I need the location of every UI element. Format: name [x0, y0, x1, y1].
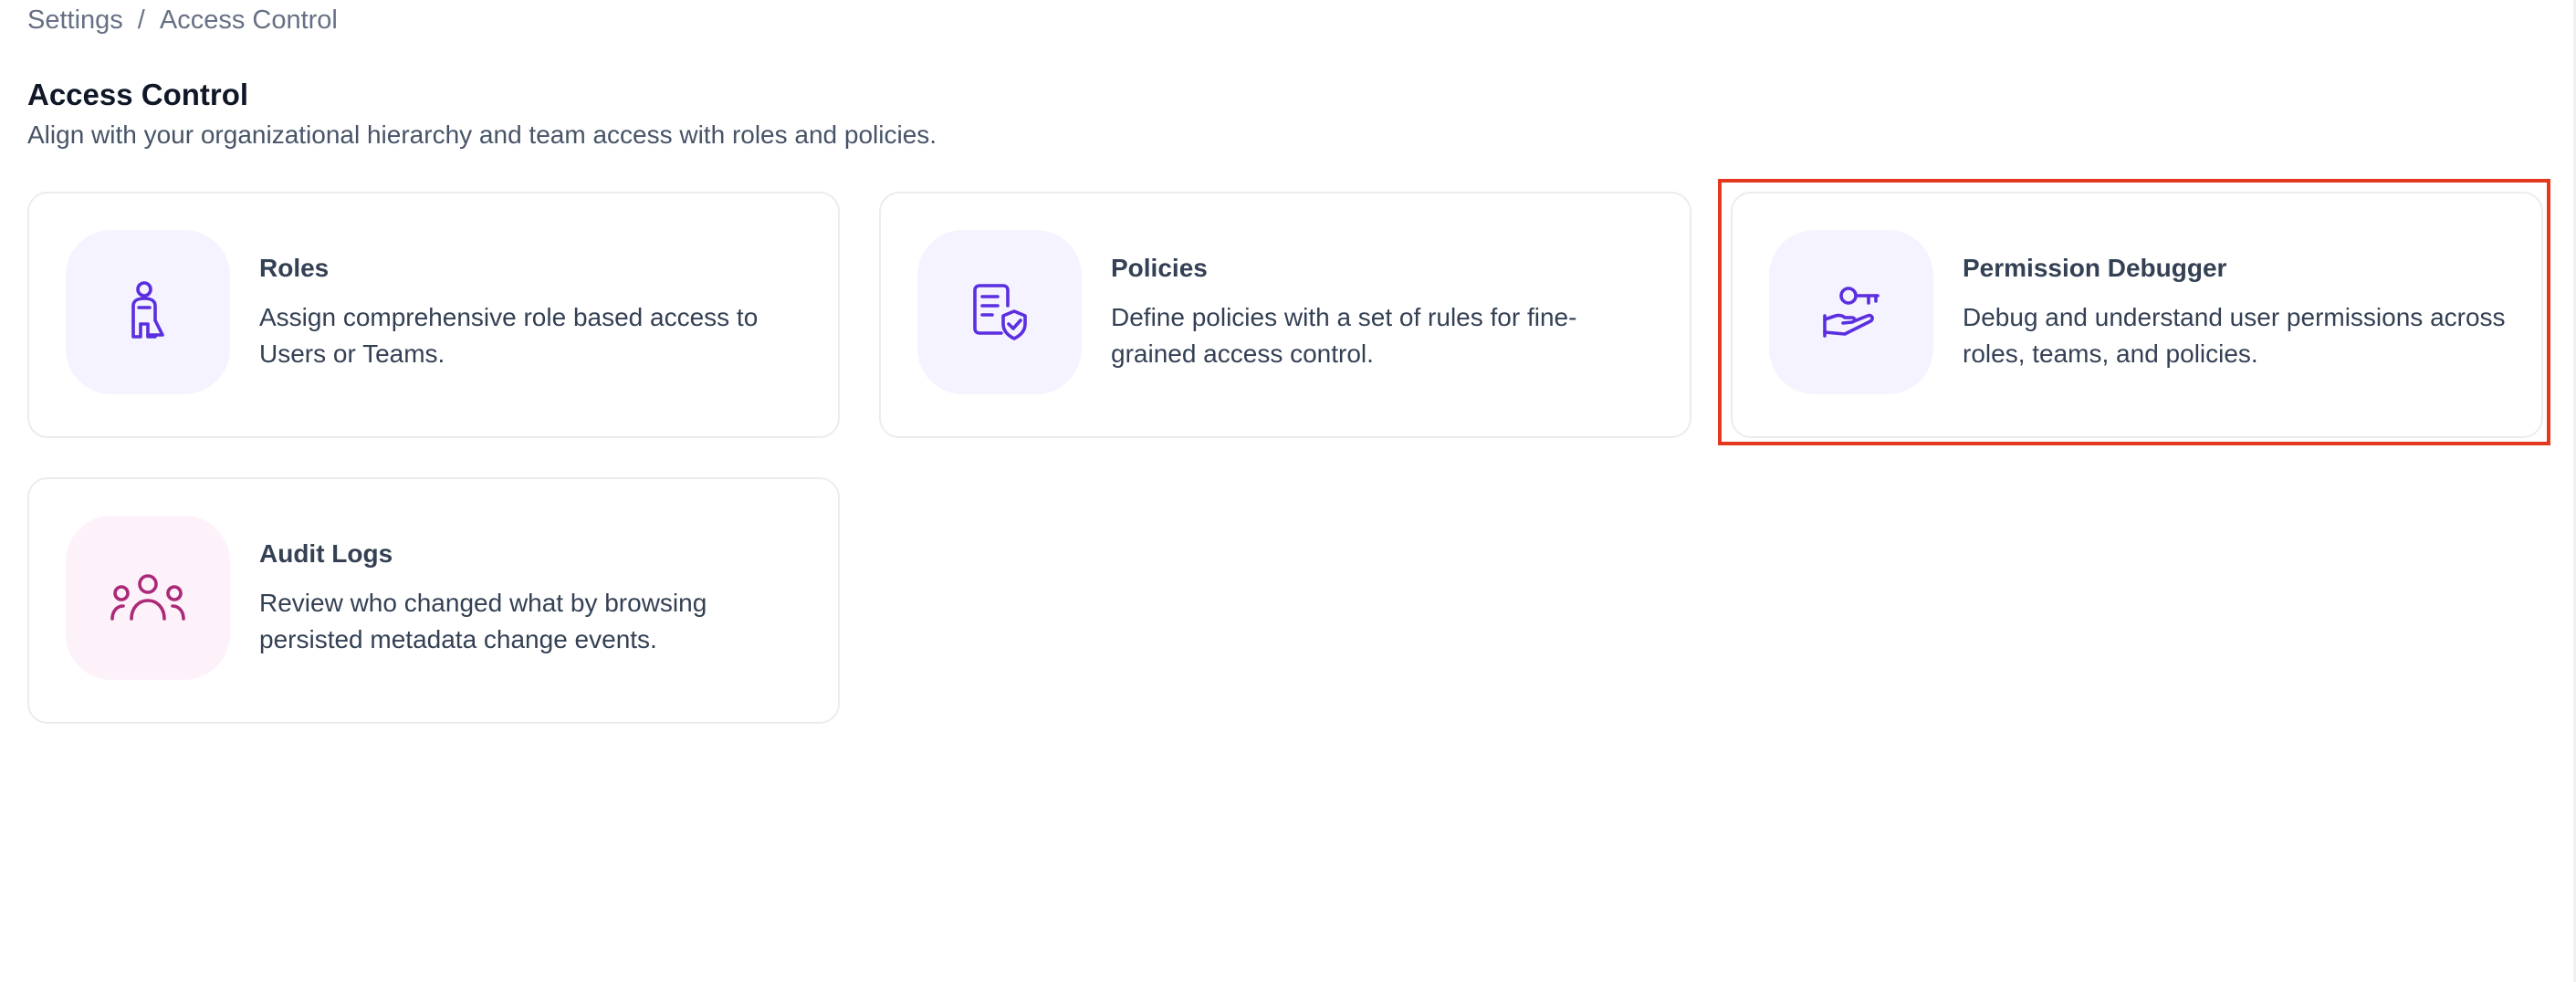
- breadcrumb-access-control: Access Control: [159, 5, 338, 35]
- policies-icon-tile: [917, 230, 1082, 394]
- audit-logs-card-description: Review who changed what by browsing pers…: [259, 589, 707, 653]
- breadcrumb: Settings / Access Control: [27, 2, 338, 38]
- roles-card[interactable]: Roles Assign comprehensive role based ac…: [27, 192, 840, 438]
- people-group-icon: [110, 574, 185, 621]
- permission-debugger-card-description: Debug and understand user permissions ac…: [1963, 303, 2506, 368]
- permission-debugger-icon-tile: [1769, 230, 1933, 394]
- policies-card[interactable]: Policies Define policies with a set of r…: [879, 192, 1691, 438]
- permission-debugger-card[interactable]: Permission Debugger Debug and understand…: [1731, 192, 2543, 438]
- audit-logs-card-title: Audit Logs: [259, 539, 393, 568]
- breadcrumb-separator: /: [137, 5, 145, 35]
- page-header: Access Control Align with your organizat…: [27, 75, 937, 153]
- document-shield-icon: [973, 284, 1027, 340]
- access-control-page: Settings / Access Control Access Control…: [0, 0, 2576, 982]
- policies-card-description: Define policies with a set of rules for …: [1111, 303, 1577, 368]
- audit-logs-card[interactable]: Audit Logs Review who changed what by br…: [27, 477, 840, 724]
- page-title: Access Control: [27, 78, 249, 111]
- page-subtitle: Align with your organizational hierarchy…: [27, 120, 937, 149]
- audit-logs-icon-tile: [66, 516, 230, 680]
- hand-key-icon: [1823, 287, 1880, 338]
- roles-card-description: Assign comprehensive role based access t…: [259, 303, 759, 368]
- policies-card-title: Policies: [1111, 254, 1208, 282]
- permission-debugger-card-title: Permission Debugger: [1963, 254, 2227, 282]
- roles-icon-tile: [66, 230, 230, 394]
- breadcrumb-settings[interactable]: Settings: [27, 5, 123, 36]
- roles-card-title: Roles: [259, 254, 330, 282]
- person-role-icon: [131, 281, 164, 339]
